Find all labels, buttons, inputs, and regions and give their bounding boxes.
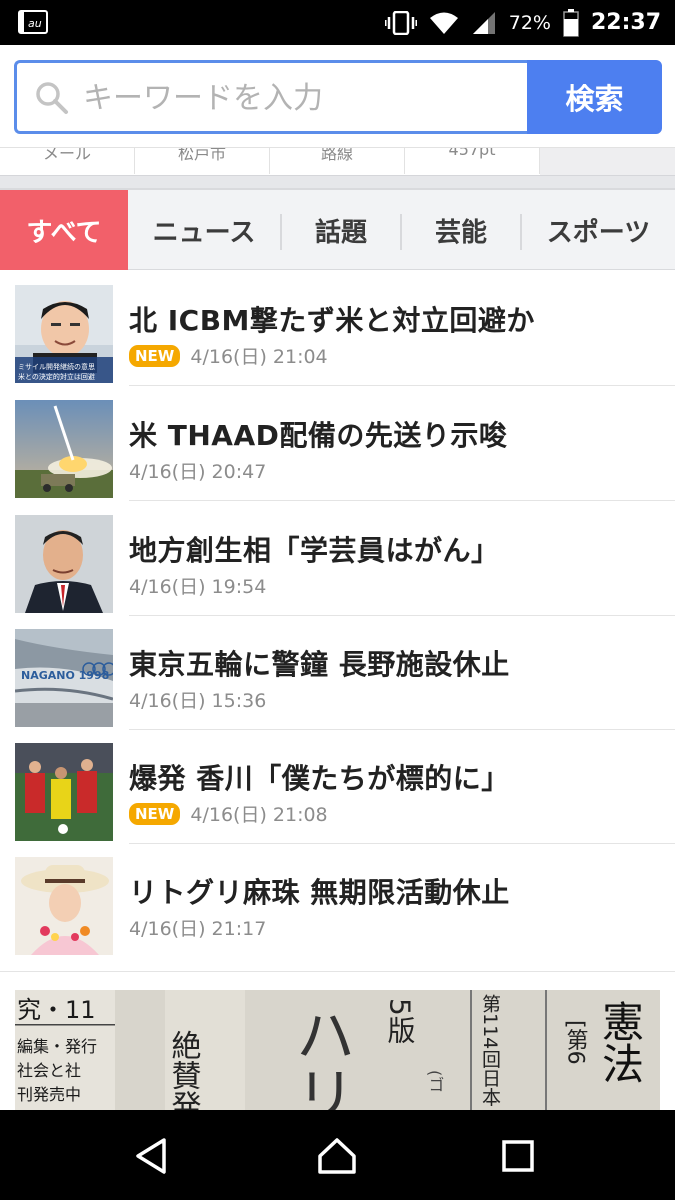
quick-links: メール 松戸市 路線 457pt [0, 147, 675, 175]
news-thumbnail [15, 743, 113, 841]
news-title[interactable]: 米 THAAD配備の先送り示唆 [129, 414, 507, 454]
news-item[interactable]: 爆発 香川「僕たちが標的に」 NEW 4/16(日) 21:08 [0, 729, 675, 844]
back-icon[interactable] [130, 1134, 174, 1178]
news-title[interactable]: 北 ICBM撃たず米と対立回避か [129, 299, 535, 339]
status-bar: au 72% 22:37 [0, 0, 675, 45]
tab-topics[interactable]: 話題 [282, 190, 400, 270]
cell-signal-icon [472, 11, 495, 34]
photo-text: (ゴ [426, 1070, 445, 1092]
photo-text: 5版 [384, 998, 417, 1044]
news-title[interactable]: 東京五輪に警鐘 長野施設休止 [129, 643, 510, 683]
photo-text: 社会と社 [17, 1061, 81, 1080]
tab-all[interactable]: すべて [0, 190, 128, 270]
wifi-icon [429, 12, 458, 34]
category-tabs: すべて ニュース 話題 芸能 スポーツ [0, 188, 675, 270]
news-thumbnail: NAGANO 1998 [15, 629, 113, 727]
clock: 22:37 [590, 10, 661, 35]
news-meta: 4/16(日) 19:54 [129, 572, 266, 599]
photo-text: ハリ [285, 1004, 355, 1110]
news-time: 4/16(日) 20:47 [129, 461, 267, 483]
quick-link-empty [540, 148, 675, 175]
search-area: 検索 [0, 45, 675, 147]
photo-text: 絶賛発売 [166, 1030, 202, 1110]
news-time: 4/16(日) 15:36 [129, 690, 267, 712]
news-item[interactable]: 米 THAAD配備の先送り示唆 4/16(日) 20:47 [0, 386, 675, 501]
quick-link-points[interactable]: 457pt [405, 148, 540, 174]
news-thumbnail [15, 515, 113, 613]
tab-entertainment[interactable]: 芸能 [402, 190, 520, 270]
news-meta: 4/16(日) 20:47 [129, 457, 266, 484]
system-nav-bar [0, 1110, 675, 1200]
tab-news[interactable]: ニュース [140, 190, 268, 270]
news-item[interactable]: リトグリ麻珠 無期限活動休止 4/16(日) 21:17 [0, 843, 675, 957]
thumb-caption-1: ミサイル開発継続の意思 [18, 362, 95, 371]
news-thumbnail: ミサイル開発継続の意思 米との決定的対立は回避 [15, 285, 113, 383]
news-time: 4/16(日) 21:04 [190, 346, 328, 368]
news-title[interactable]: リトグリ麻珠 無期限活動休止 [129, 871, 510, 911]
recent-apps-icon[interactable] [496, 1134, 540, 1178]
news-meta: NEW 4/16(日) 21:08 [129, 800, 328, 827]
battery-percent: 72% [508, 11, 551, 34]
thumb-caption-2: 米との決定的対立は回避 [18, 372, 95, 381]
vibrate-icon [384, 10, 417, 35]
news-meta: 4/16(日) 15:36 [129, 686, 266, 713]
news-meta: 4/16(日) 21:17 [129, 914, 266, 941]
news-thumbnail [15, 857, 113, 955]
news-thumbnail [15, 400, 113, 498]
new-badge: NEW [129, 344, 181, 367]
quick-link-local[interactable]: 松戸市 [135, 148, 270, 174]
section-separator [0, 175, 675, 188]
newspaper-photo[interactable]: 究・11 編集・発行 社会と社 刊発売中 絶賛発売 ハリ 5版 (ゴ 第114回… [15, 990, 660, 1110]
quick-link-mail[interactable]: メール [0, 148, 135, 174]
svg-text:au: au [28, 17, 42, 30]
news-time: 4/16(日) 21:17 [129, 918, 267, 940]
search-button[interactable]: 検索 [527, 60, 662, 134]
search-input[interactable] [83, 75, 503, 121]
news-item[interactable]: ミサイル開発継続の意思 米との決定的対立は回避 北 ICBM撃たず米と対立回避か… [0, 271, 675, 386]
news-title[interactable]: 爆発 香川「僕たちが標的に」 [129, 757, 510, 797]
news-item[interactable]: 地方創生相「学芸員はがん」 4/16(日) 19:54 [0, 501, 675, 616]
photo-text: 刊発売中 [17, 1085, 81, 1104]
photo-text: 憲法 [596, 1000, 645, 1084]
search-icon [36, 82, 68, 114]
news-time: 4/16(日) 19:54 [129, 576, 267, 598]
au-carrier-icon: au [18, 10, 48, 34]
news-time: 4/16(日) 21:08 [190, 804, 328, 826]
photo-text: 究・11 [17, 996, 96, 1024]
battery-icon [563, 8, 579, 37]
new-badge: NEW [129, 802, 181, 825]
thumb-text: NAGANO 1998 [21, 669, 109, 682]
news-meta: NEW 4/16(日) 21:04 [129, 342, 328, 369]
photo-text: [第6 [563, 1020, 588, 1065]
news-item[interactable]: NAGANO 1998 東京五輪に警鐘 長野施設休止 4/16(日) 15:36 [0, 615, 675, 730]
news-title[interactable]: 地方創生相「学芸員はがん」 [129, 529, 500, 569]
tab-sports[interactable]: スポーツ [522, 190, 675, 270]
photo-text: 第114回日本 [479, 994, 501, 1107]
quick-link-transit[interactable]: 路線 [270, 148, 405, 174]
divider [0, 971, 675, 972]
photo-text: 編集・発行 [17, 1037, 97, 1056]
search-box[interactable] [14, 60, 528, 134]
home-icon[interactable] [315, 1134, 359, 1178]
